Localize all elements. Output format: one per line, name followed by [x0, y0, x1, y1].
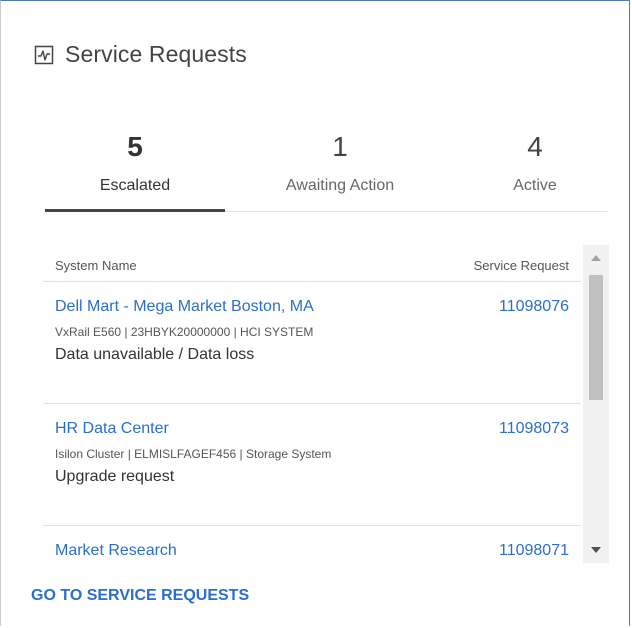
system-name-link[interactable]: HR Data Center [55, 420, 169, 438]
service-requests-table: System Name Service Request Dell Mart - … [43, 245, 609, 563]
table-row: Dell Mart - Mega Market Boston, MA 11098… [43, 282, 581, 404]
tab-count: 5 [127, 131, 143, 162]
tab-label: Escalated [99, 177, 171, 194]
tab-count: 1 [332, 131, 348, 162]
tab-count: 4 [527, 131, 543, 162]
system-name-link[interactable]: Market Research [55, 542, 177, 560]
system-details: VxRail E560 | 23HBYK20000000 | HCI SYSTE… [55, 325, 314, 339]
activity-chart-icon [33, 44, 55, 66]
table-body[interactable]: Dell Mart - Mega Market Boston, MA 11098… [43, 282, 581, 563]
table-row: Market Research 11098071 [43, 526, 581, 563]
tab-active[interactable]: 4 Active [475, 127, 595, 211]
column-header-service-request: Service Request [473, 258, 569, 273]
tab-label: Awaiting Action [285, 177, 395, 194]
system-details: Isilon Cluster | ELMISLFAGEF456 | Storag… [55, 447, 332, 461]
column-header-system-name: System Name [55, 258, 137, 273]
go-to-service-requests-link[interactable]: GO TO SERVICE REQUESTS [31, 587, 249, 605]
card-header: Service Requests [33, 41, 247, 68]
status-tabs: 5 Escalated 1 Awaiting Action 4 Active [45, 127, 607, 212]
request-description: Upgrade request [55, 468, 175, 485]
vertical-scrollbar[interactable] [583, 245, 609, 563]
service-request-link[interactable]: 11098071 [499, 542, 569, 560]
system-name-link[interactable]: Dell Mart - Mega Market Boston, MA [55, 298, 314, 316]
service-request-link[interactable]: 11098073 [499, 420, 569, 438]
tab-escalated[interactable]: 5 Escalated [45, 127, 225, 212]
request-description: Data unavailable / Data loss [55, 346, 255, 363]
tab-label: Active [513, 177, 557, 194]
tab-awaiting-action[interactable]: 1 Awaiting Action [245, 127, 435, 211]
scroll-up-arrow-icon[interactable] [583, 245, 609, 271]
service-request-link[interactable]: 11098076 [499, 298, 569, 316]
service-requests-card: Service Requests 5 Escalated 1 Awaiting … [0, 0, 630, 626]
scroll-down-arrow-icon[interactable] [583, 537, 609, 563]
table-header: System Name Service Request [43, 245, 581, 282]
page-title: Service Requests [65, 41, 247, 67]
scrollbar-thumb[interactable] [589, 275, 603, 400]
table-row: HR Data Center 11098073 Isilon Cluster |… [43, 404, 581, 526]
